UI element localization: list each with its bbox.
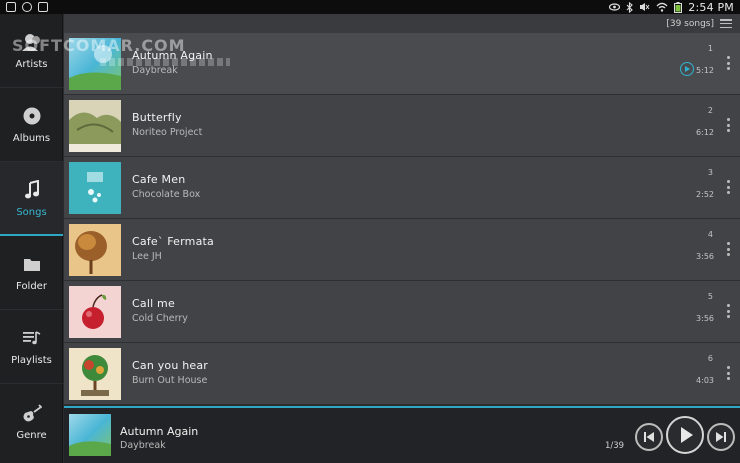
more-options-icon[interactable]: [727, 242, 730, 256]
track-number: 6: [707, 354, 713, 363]
sync-icon: [22, 2, 32, 12]
folder-icon: [23, 253, 41, 275]
more-options-icon[interactable]: [727, 366, 730, 380]
album-art: [69, 38, 121, 90]
album-art: [69, 348, 121, 400]
song-list: Autumn Again Daybreak 1 5:12 Butterfly N…: [64, 33, 740, 407]
eye-icon: [609, 3, 621, 11]
track-number: 1: [707, 44, 713, 53]
notification-icon: [6, 2, 16, 12]
clock: 2:54 PM: [688, 0, 734, 14]
artist-icon: [21, 31, 43, 53]
guitar-icon: [22, 402, 42, 424]
sidebar-item-label: Playlists: [11, 355, 52, 366]
now-playing-title: Autumn Again: [120, 425, 199, 438]
song-artist: Lee JH: [132, 251, 162, 262]
sidebar-item-label: Songs: [16, 207, 47, 218]
sidebar-item-genre[interactable]: Genre: [0, 384, 63, 458]
song-title: Butterfly: [132, 111, 182, 124]
song-artist: Noriteo Project: [132, 127, 203, 138]
wifi-icon: [656, 2, 668, 12]
sidebar-item-label: Artists: [15, 59, 48, 70]
battery-icon: [674, 1, 683, 13]
album-art: [69, 162, 121, 214]
previous-button[interactable]: [635, 423, 663, 451]
previous-icon: [644, 432, 654, 442]
more-options-icon[interactable]: [727, 56, 730, 70]
now-playing-album-art[interactable]: [69, 414, 111, 456]
song-duration: 5:12: [696, 66, 714, 75]
song-count: [39 songs]: [666, 18, 714, 29]
song-duration: 2:52: [696, 190, 714, 199]
sort-menu-icon[interactable]: [720, 19, 732, 28]
play-button[interactable]: [666, 416, 704, 454]
more-options-icon[interactable]: [727, 180, 730, 194]
list-header: [39 songs]: [64, 14, 740, 33]
song-row[interactable]: Cafe` Fermata Lee JH 4 3:56: [64, 219, 740, 281]
track-number: 3: [707, 168, 713, 177]
track-number: 4: [707, 230, 713, 239]
disc-icon: [22, 105, 42, 127]
song-row[interactable]: Autumn Again Daybreak 1 5:12: [64, 33, 740, 95]
playlist-icon: [22, 327, 42, 349]
mute-icon: [640, 3, 650, 11]
song-duration: 4:03: [696, 376, 714, 385]
song-artist: Daybreak: [132, 65, 178, 76]
song-row[interactable]: Can you hear Burn Out House 6 4:03: [64, 343, 740, 405]
sidebar-item-playlists[interactable]: Playlists: [0, 310, 63, 384]
song-title: Autumn Again: [132, 49, 213, 62]
store-icon: [38, 2, 48, 12]
song-title: Can you hear: [132, 359, 209, 372]
album-art: [69, 224, 121, 276]
sidebar-item-albums[interactable]: Albums: [0, 88, 63, 162]
song-row[interactable]: Butterfly Noriteo Project 2 6:12: [64, 95, 740, 157]
song-artist: Burn Out House: [132, 375, 208, 386]
bluetooth-icon: [626, 1, 634, 13]
song-row[interactable]: Cafe Men Chocolate Box 3 2:52: [64, 157, 740, 219]
music-note-icon: [24, 179, 40, 201]
now-playing-artist: Daybreak: [120, 440, 166, 451]
now-playing-bar[interactable]: Autumn Again Daybreak 1/39: [64, 406, 740, 463]
song-title: Cafe Men: [132, 173, 186, 186]
sidebar-item-artists[interactable]: Artists: [0, 14, 63, 88]
track-number: 2: [707, 106, 713, 115]
sidebar-item-label: Genre: [16, 429, 47, 441]
song-artist: Chocolate Box: [132, 189, 201, 200]
track-number: 5: [707, 292, 713, 301]
next-button[interactable]: [707, 423, 735, 451]
song-duration: 3:56: [696, 314, 714, 323]
sidebar-item-label: Albums: [12, 133, 51, 144]
sidebar: Artists Albums Songs Folder Playlists Ge…: [0, 14, 63, 463]
album-art: [69, 100, 121, 152]
song-title: Call me: [132, 297, 175, 310]
song-row[interactable]: Call me Cold Cherry 5 3:56: [64, 281, 740, 343]
next-icon: [716, 432, 726, 442]
play-icon: [681, 427, 693, 443]
track-counter: 1/39: [605, 441, 625, 451]
album-art: [69, 286, 121, 338]
sidebar-item-folder[interactable]: Folder: [0, 236, 63, 310]
song-duration: 3:56: [696, 252, 714, 261]
song-artist: Cold Cherry: [132, 313, 188, 324]
song-duration: 6:12: [696, 128, 714, 137]
status-bar: 2:54 PM: [0, 0, 740, 14]
sidebar-item-label: Folder: [16, 281, 47, 292]
more-options-icon[interactable]: [727, 118, 730, 132]
more-options-icon[interactable]: [727, 304, 730, 318]
now-playing-icon: [680, 62, 694, 76]
sidebar-item-songs[interactable]: Songs: [0, 162, 63, 236]
song-title: Cafe` Fermata: [132, 235, 214, 248]
